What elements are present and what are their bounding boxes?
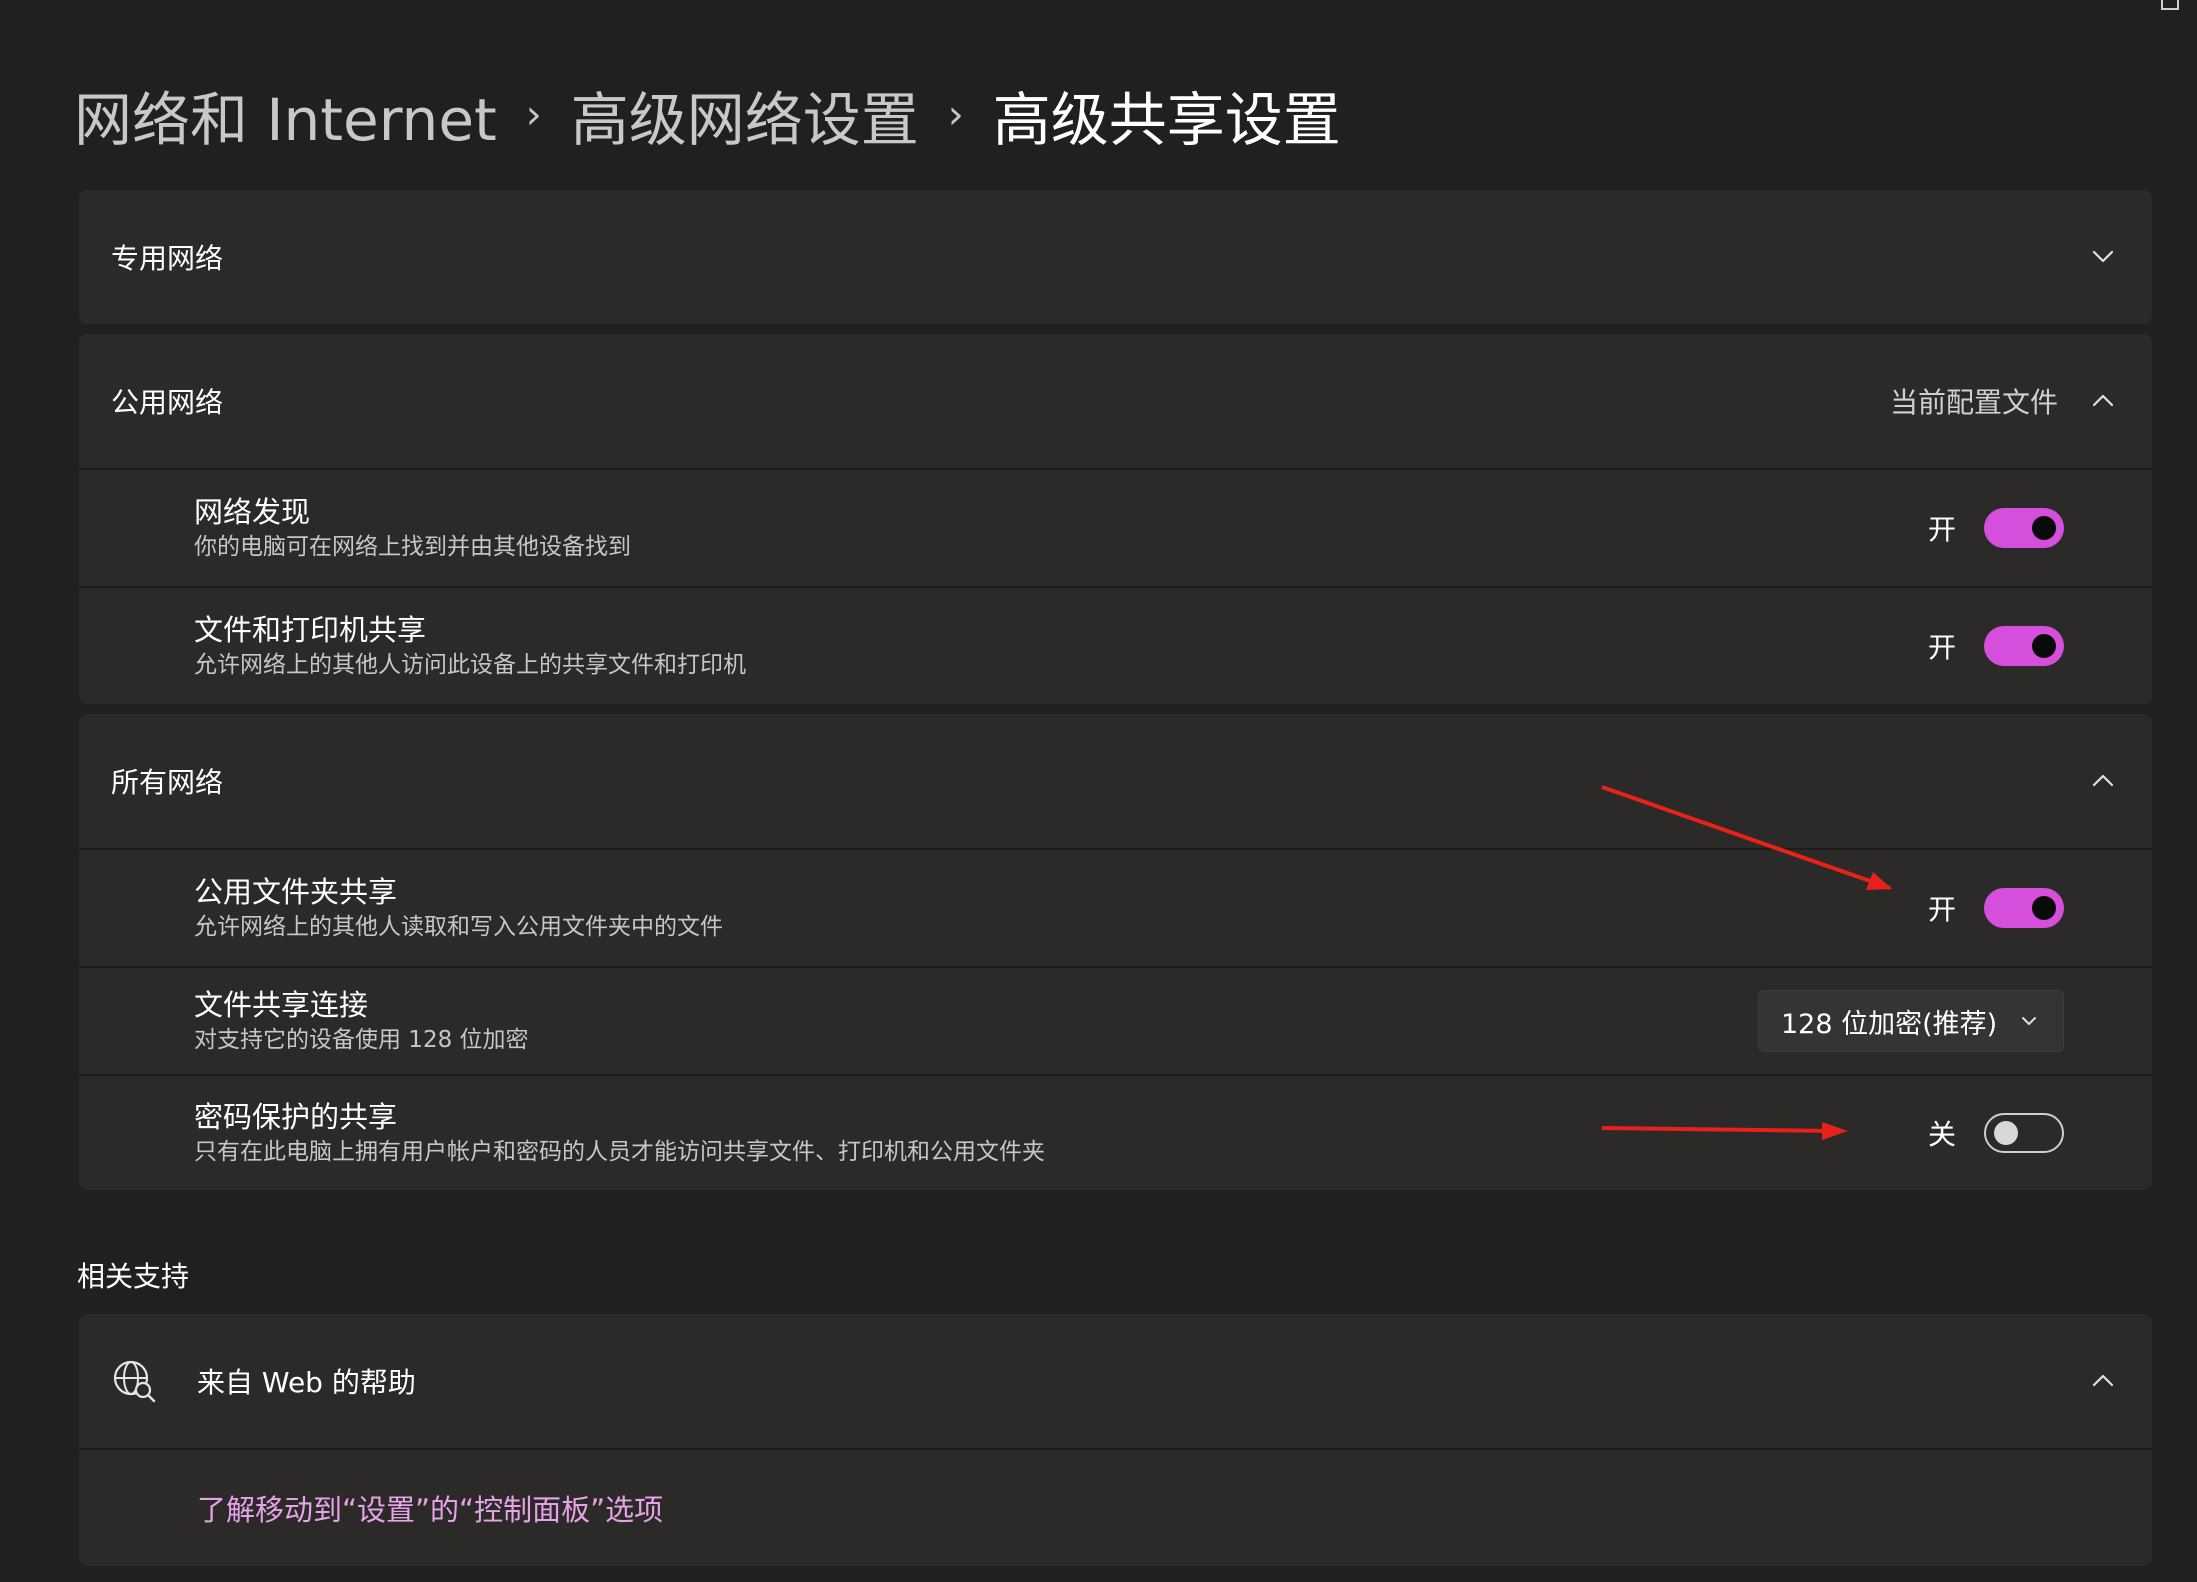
file-printer-sharing-toggle[interactable] xyxy=(1984,626,2064,666)
network-discovery-toggle[interactable] xyxy=(1984,508,2064,548)
toggle-knob xyxy=(1994,1121,2018,1145)
breadcrumb-separator-icon: › xyxy=(947,92,964,138)
web-help-header[interactable]: 来自 Web 的帮助 xyxy=(79,1314,2152,1448)
current-profile-label: 当前配置文件 xyxy=(1889,386,2058,419)
private-network-card: 专用网络 xyxy=(79,190,2152,324)
web-help-link-row: 了解移动到“设置”的“控制面板”选项 xyxy=(79,1448,2152,1566)
chevron-down-icon xyxy=(2092,250,2114,263)
page-title: 高级共享设置 xyxy=(992,86,1341,154)
private-network-header[interactable]: 专用网络 xyxy=(79,190,2152,324)
chevron-down-icon xyxy=(2022,1017,2036,1025)
public-network-card: 公用网络 当前配置文件 网络发现 你的电脑可在网络上找到并由其他设备找到 开 文… xyxy=(79,334,2152,704)
public-folder-sharing-toggle[interactable] xyxy=(1984,888,2064,928)
file-printer-sharing-state-label: 开 xyxy=(1927,631,1956,664)
file-printer-sharing-row: 文件和打印机共享 允许网络上的其他人访问此设备上的共享文件和打印机 开 xyxy=(79,586,2152,704)
related-support-label: 相关支持 xyxy=(77,1260,190,1293)
all-networks-card: 所有网络 公用文件夹共享 允许网络上的其他人读取和写入公用文件夹中的文件 开 文… xyxy=(79,714,2152,1190)
window-corner-icon xyxy=(2161,0,2179,10)
globe-search-icon xyxy=(113,1360,156,1403)
breadcrumb-network-internet[interactable]: 网络和 Internet xyxy=(74,73,497,157)
file-sharing-connections-description: 对支持它的设备使用 128 位加密 xyxy=(194,1027,529,1053)
password-protected-sharing-row: 密码保护的共享 只有在此电脑上拥有用户帐户和密码的人员才能访问共享文件、打印机和… xyxy=(79,1074,2152,1190)
web-help-title: 来自 Web 的帮助 xyxy=(197,1366,416,1399)
network-discovery-state-label: 开 xyxy=(1927,513,1956,546)
public-folder-sharing-row: 公用文件夹共享 允许网络上的其他人读取和写入公用文件夹中的文件 开 xyxy=(79,848,2152,966)
password-protected-sharing-toggle[interactable] xyxy=(1984,1113,2064,1153)
toggle-knob xyxy=(2032,516,2056,540)
breadcrumb: 网络和 Internet › 高级网络设置 › 高级共享设置 xyxy=(74,70,1341,160)
encryption-dropdown-value: 128 位加密(推荐) xyxy=(1781,1008,1998,1040)
all-networks-header[interactable]: 所有网络 xyxy=(79,714,2152,848)
password-protected-sharing-state-label: 关 xyxy=(1927,1118,1956,1151)
breadcrumb-advanced-network-settings[interactable]: 高级网络设置 xyxy=(571,73,919,157)
public-folder-sharing-description: 允许网络上的其他人读取和写入公用文件夹中的文件 xyxy=(194,914,723,940)
file-sharing-connections-row: 文件共享连接 对支持它的设备使用 128 位加密 128 位加密(推荐) xyxy=(79,966,2152,1074)
toggle-knob xyxy=(2032,896,2056,920)
network-discovery-row: 网络发现 你的电脑可在网络上找到并由其他设备找到 开 xyxy=(79,468,2152,586)
file-printer-sharing-title: 文件和打印机共享 xyxy=(194,613,427,647)
chevron-up-icon xyxy=(2092,1374,2114,1387)
network-discovery-description: 你的电脑可在网络上找到并由其他设备找到 xyxy=(194,534,631,560)
chevron-up-icon xyxy=(2092,774,2114,787)
public-folder-sharing-state-label: 开 xyxy=(1927,893,1956,926)
network-discovery-title: 网络发现 xyxy=(194,495,311,529)
encryption-dropdown[interactable]: 128 位加密(推荐) xyxy=(1758,990,2064,1052)
toggle-knob xyxy=(2032,634,2056,658)
public-network-header[interactable]: 公用网络 当前配置文件 xyxy=(79,334,2152,468)
private-network-title: 专用网络 xyxy=(111,242,224,275)
file-printer-sharing-description: 允许网络上的其他人访问此设备上的共享文件和打印机 xyxy=(194,652,746,678)
chevron-up-icon xyxy=(2092,394,2114,407)
web-help-card: 来自 Web 的帮助 了解移动到“设置”的“控制面板”选项 xyxy=(79,1314,2152,1566)
password-protected-sharing-title: 密码保护的共享 xyxy=(194,1100,398,1134)
breadcrumb-separator-icon: › xyxy=(525,92,542,138)
password-protected-sharing-description: 只有在此电脑上拥有用户帐户和密码的人员才能访问共享文件、打印机和公用文件夹 xyxy=(194,1139,1045,1165)
public-network-title: 公用网络 xyxy=(111,386,224,419)
control-panel-options-link[interactable]: 了解移动到“设置”的“控制面板”选项 xyxy=(197,1487,663,1529)
public-folder-sharing-title: 公用文件夹共享 xyxy=(194,875,398,909)
all-networks-title: 所有网络 xyxy=(111,766,224,799)
advanced-sharing-settings-page: 网络和 Internet › 高级网络设置 › 高级共享设置 专用网络 公用网络… xyxy=(0,0,2197,1582)
file-sharing-connections-title: 文件共享连接 xyxy=(194,988,369,1022)
